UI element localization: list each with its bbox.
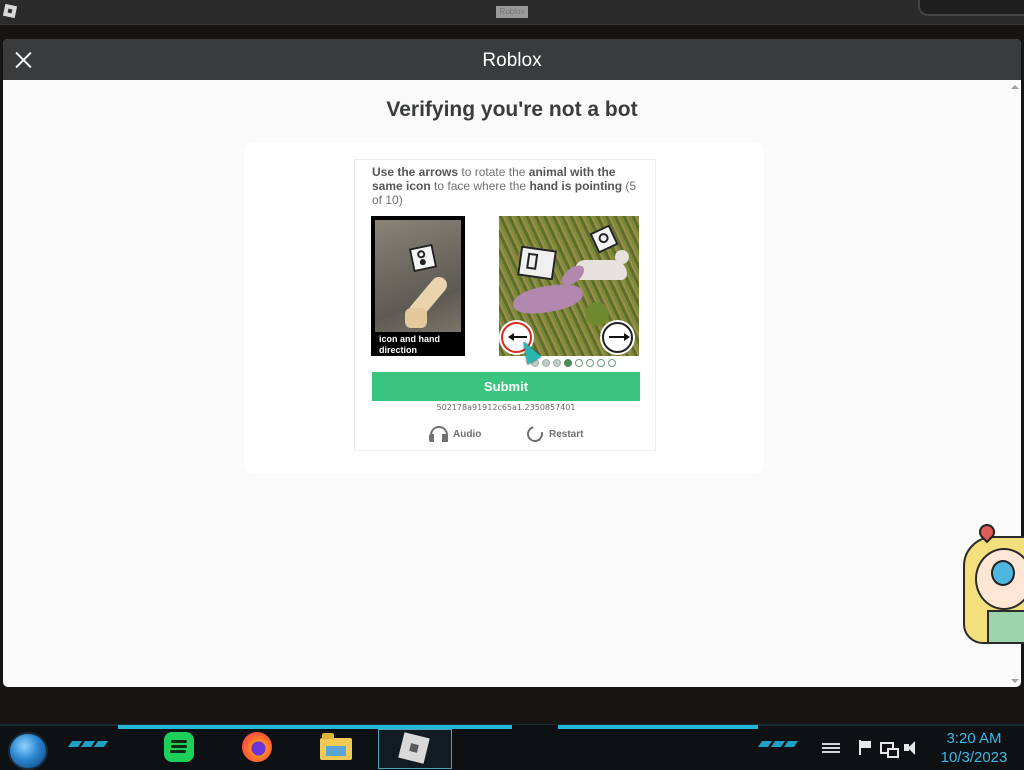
audio-label: Audio [453, 428, 482, 440]
restart-icon [524, 423, 546, 445]
taskbar-accent-gap [512, 725, 558, 729]
progress-dot [597, 359, 605, 367]
scroll-down-arrow-icon[interactable] [1011, 679, 1019, 683]
restart-label: Restart [549, 428, 584, 440]
speaker-icon [589, 224, 619, 254]
network-icon[interactable] [880, 740, 899, 758]
clock-time: 3:20 AM [946, 730, 1002, 747]
instruction-part: to rotate the [458, 165, 529, 179]
progress-dot [553, 359, 561, 367]
progress-dot [564, 359, 572, 367]
arrow-shaft [609, 336, 625, 338]
verification-modal: Roblox Verifying you're not a bot Use th… [3, 39, 1021, 687]
system-clock[interactable]: 3:20 AM 10/3/2023 [934, 729, 1014, 767]
progress-dot [575, 359, 583, 367]
firefox-icon[interactable] [242, 732, 274, 764]
session-id: 502178a91912c65a1.2350857401 [436, 403, 576, 412]
instruction-part: Use the arrows [372, 165, 459, 179]
scroll-up-arrow-icon[interactable] [1011, 85, 1019, 89]
modal-title: Roblox [482, 50, 542, 71]
hud-corner-decoration [918, 0, 1024, 16]
arrow-shaft [511, 336, 527, 338]
progress-dots [531, 359, 616, 368]
headphones-icon [429, 426, 448, 442]
audio-button[interactable]: Audio [429, 424, 481, 444]
folder-icon[interactable] [320, 732, 352, 764]
progress-dot [608, 359, 616, 367]
reference-photo [375, 220, 461, 332]
taskbar-decoration-left [67, 741, 109, 749]
flag-icon[interactable] [858, 740, 872, 756]
background-window-title: Roblox [496, 6, 528, 18]
captcha-card: Use the arrows to rotate the animal with… [244, 142, 764, 474]
submit-button[interactable]: Submit [372, 372, 640, 401]
instruction-part: hand is pointing [529, 179, 623, 193]
reference-image: icon and hand direction [371, 216, 465, 356]
roblox-logo-icon [2, 3, 18, 19]
rotate-right-button[interactable] [602, 322, 633, 353]
spotify-icon[interactable] [164, 732, 196, 764]
restart-button[interactable]: Restart [524, 423, 584, 445]
roblox-icon[interactable] [378, 729, 452, 769]
animal-bird [511, 281, 585, 317]
sticker-eye [991, 560, 1015, 586]
instruction-part: to face where the [430, 179, 530, 193]
start-orb-icon[interactable] [8, 732, 48, 770]
page-title: Verifying you're not a bot [386, 98, 638, 121]
taskbar-decoration-right [757, 741, 799, 749]
sticker-body [987, 610, 1024, 644]
speaker-icon [408, 243, 438, 273]
progress-dot [542, 359, 550, 367]
menu-icon[interactable] [822, 740, 840, 756]
background-titlebar: Roblox [0, 0, 1024, 25]
clock-date: 10/3/2023 [940, 749, 1008, 766]
captcha-instructions: Use the arrows to rotate the animal with… [372, 165, 642, 207]
modal-header: Roblox [3, 39, 1021, 80]
character-sticker [961, 518, 1024, 644]
phone-icon [517, 245, 557, 281]
progress-dot [586, 359, 594, 367]
taskbar: 3:20 AM 10/3/2023 [0, 724, 1024, 770]
volume-icon[interactable] [904, 740, 922, 756]
hand-figure-base [405, 308, 427, 328]
reference-caption: icon and hand direction [379, 334, 441, 355]
arrow-right-icon [624, 333, 630, 341]
captcha-frame: Use the arrows to rotate the animal with… [354, 159, 656, 451]
